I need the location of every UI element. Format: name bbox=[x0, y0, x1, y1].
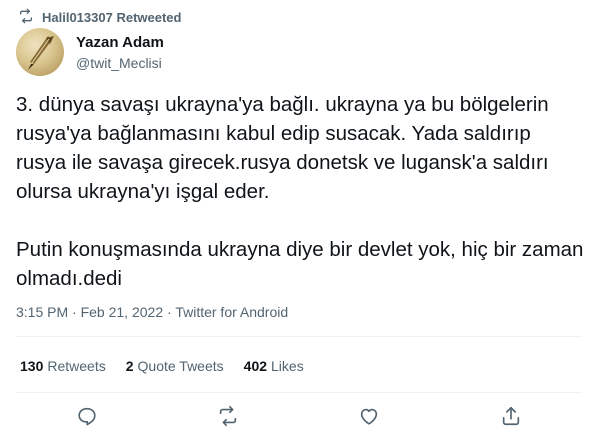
tweet-paragraph: 3. dünya savaşı ukrayna'ya bağlı. ukrayn… bbox=[16, 93, 549, 203]
quill-pen-icon bbox=[28, 36, 54, 70]
retweet-banner[interactable]: Halil013307 Retweeted bbox=[18, 8, 181, 27]
author-header: Yazan Adam @twit_Meclisi bbox=[16, 28, 164, 76]
retweets-count: 130 bbox=[20, 358, 44, 374]
tweet-stats: 130 Retweets 2 Quote Tweets 402 Likes bbox=[20, 358, 304, 374]
tweet-client[interactable]: Twitter for Android bbox=[175, 304, 288, 320]
retweets-stat[interactable]: 130 Retweets bbox=[20, 358, 106, 374]
like-button[interactable] bbox=[358, 405, 380, 427]
tweet-time[interactable]: 3:15 PM bbox=[16, 304, 68, 320]
quote-tweets-label: Quote Tweets bbox=[137, 358, 224, 374]
quote-tweets-count: 2 bbox=[125, 358, 134, 374]
heart-icon bbox=[360, 408, 378, 425]
user-handle[interactable]: @twit_Meclisi bbox=[76, 54, 164, 72]
avatar[interactable] bbox=[16, 28, 64, 76]
tweet-paragraph: Putin konuşmasında ukrayna diye bir devl… bbox=[16, 238, 584, 290]
quote-tweets-stat[interactable]: 2 Quote Tweets bbox=[126, 358, 224, 374]
reply-button[interactable] bbox=[76, 405, 98, 427]
divider bbox=[16, 336, 582, 337]
reply-icon bbox=[78, 407, 96, 426]
likes-count: 402 bbox=[243, 358, 268, 374]
meta-separator: · bbox=[72, 304, 77, 320]
likes-label: Likes bbox=[271, 358, 304, 374]
tweet-actions bbox=[0, 405, 598, 429]
retweet-icon bbox=[219, 406, 237, 426]
likes-stat[interactable]: 402 Likes bbox=[244, 358, 304, 374]
share-button[interactable] bbox=[500, 405, 522, 427]
tweet-date[interactable]: Feb 21, 2022 bbox=[81, 304, 164, 320]
retweet-banner-text: Halil013307 Retweeted bbox=[42, 10, 182, 25]
retweets-label: Retweets bbox=[47, 358, 106, 374]
meta-separator: · bbox=[167, 304, 172, 320]
divider bbox=[16, 392, 582, 393]
tweet-metadata: 3:15 PM · Feb 21, 2022 · Twitter for And… bbox=[16, 304, 288, 320]
share-icon bbox=[502, 406, 520, 426]
retweet-button[interactable] bbox=[217, 405, 239, 427]
retweet-icon bbox=[18, 8, 34, 27]
tweet-text: 3. dünya savaşı ukrayna'ya bağlı. ukrayn… bbox=[16, 90, 586, 293]
display-name[interactable]: Yazan Adam bbox=[76, 33, 164, 53]
